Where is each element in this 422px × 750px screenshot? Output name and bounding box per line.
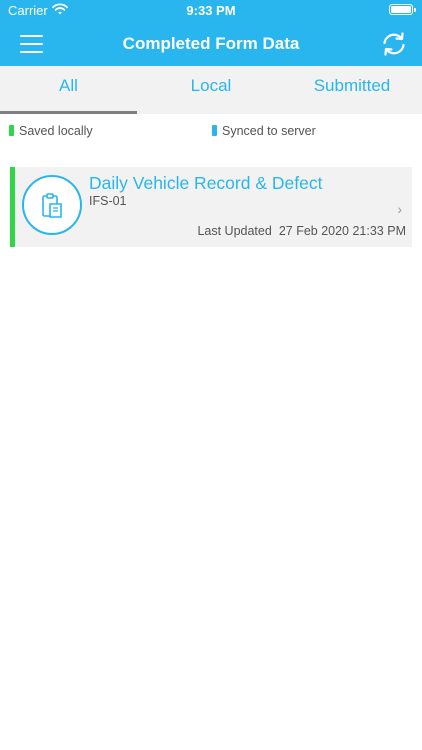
page-title: Completed Form Data	[122, 34, 300, 53]
status-bar: Carrier 9:33 PM	[0, 0, 422, 22]
legend-saved-locally: Saved locally	[9, 124, 93, 138]
tab-submitted[interactable]: Submitted	[282, 66, 422, 114]
chevron-right-icon: ›	[397, 201, 402, 217]
form-title: Daily Vehicle Record & Defect	[89, 173, 323, 193]
nav-bar: Completed Form Data	[0, 22, 422, 66]
form-code: IFS-01	[89, 194, 127, 208]
legend-server-label: Synced to server	[222, 124, 316, 138]
tab-local[interactable]: Local	[141, 66, 281, 114]
last-updated-label: Last Updated	[197, 224, 272, 238]
refresh-icon[interactable]	[378, 28, 410, 60]
app-header: Carrier 9:33 PM Completed Form Data	[0, 0, 422, 66]
legend-swatch-local	[9, 125, 14, 136]
clock: 9:33 PM	[186, 3, 236, 18]
filter-tabs: All Local Submitted	[0, 66, 422, 114]
battery-icon	[389, 4, 416, 15]
form-list-item[interactable]: Daily Vehicle Record & Defect IFS-01 › L…	[10, 167, 412, 247]
last-updated: Last Updated 27 Feb 2020 21:33 PM	[197, 224, 406, 238]
legend-synced-to-server: Synced to server	[212, 124, 316, 138]
status-bar-local	[10, 167, 15, 247]
clipboard-icon	[22, 175, 82, 235]
tab-selected-indicator	[0, 111, 137, 114]
last-updated-value: 27 Feb 2020 21:33 PM	[278, 224, 406, 238]
tab-all[interactable]: All	[0, 66, 137, 114]
legend-local-label: Saved locally	[19, 124, 93, 138]
legend-swatch-server	[212, 125, 217, 136]
